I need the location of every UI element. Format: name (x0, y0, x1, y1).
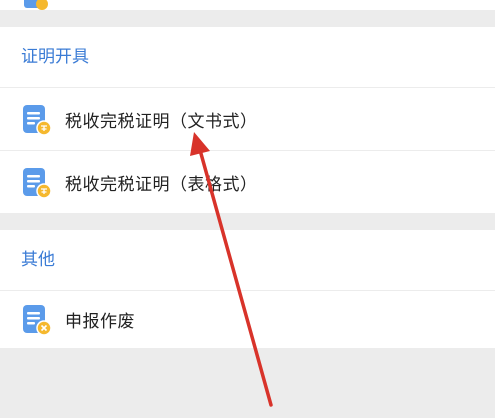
list-item-label: 税收完税证明（文书式） (65, 111, 258, 132)
certificate-document-icon (23, 105, 52, 136)
section-title-other: 其他 (21, 250, 55, 270)
cancel-document-icon (23, 305, 52, 336)
list-item-tax-certificate-table[interactable]: 税收完税证明（表格式） (0, 150, 495, 213)
list-item-label: 申报作废 (65, 311, 135, 332)
certificate-document-icon (23, 168, 52, 199)
previous-section-card (0, 0, 495, 10)
certificate-section: 证明开具 税收完税证明（文书式） 税收完税证明（表格式） (0, 27, 495, 213)
list-item-void-declaration[interactable]: 申报作废 (0, 290, 495, 347)
section-title-certificate: 证明开具 (21, 47, 89, 67)
list-item-label: 税收完税证明（表格式） (65, 174, 258, 195)
other-section: 其他 申报作废 (0, 230, 495, 348)
document-icon (24, 0, 48, 10)
list-item-tax-certificate-document[interactable]: 税收完税证明（文书式） (0, 87, 495, 150)
